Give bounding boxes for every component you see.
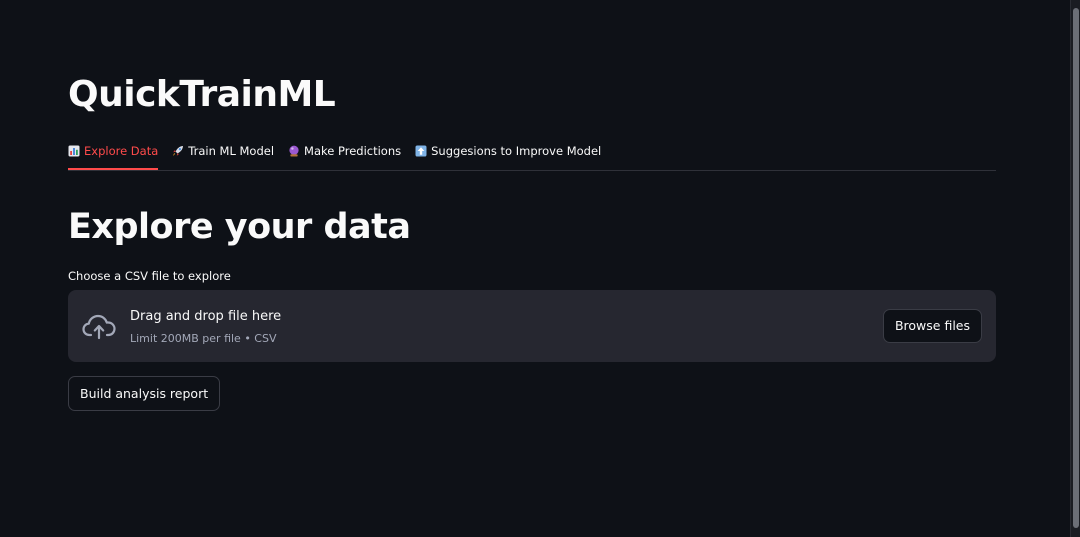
bar-chart-icon xyxy=(68,145,80,157)
vertical-scrollbar[interactable] xyxy=(1070,0,1080,537)
tab-suggestions[interactable]: Suggesions to Improve Model xyxy=(415,140,601,169)
crystal-ball-icon xyxy=(288,145,300,157)
file-dropzone[interactable]: Drag and drop file here Limit 200MB per … xyxy=(68,290,996,362)
cloud-upload-icon xyxy=(81,310,117,342)
browse-files-button[interactable]: Browse files xyxy=(882,309,982,343)
app-title: QuickTrainML xyxy=(68,74,336,115)
tab-bar: Explore Data Train ML Model Make Predict… xyxy=(68,140,996,171)
tab-label: Train ML Model xyxy=(188,144,275,158)
page-heading: Explore your data xyxy=(68,207,411,247)
dropzone-title: Drag and drop file here xyxy=(130,309,282,324)
tab-explore-data[interactable]: Explore Data xyxy=(68,140,159,170)
tab-label: Suggesions to Improve Model xyxy=(431,144,602,158)
tab-label: Make Predictions xyxy=(304,144,402,158)
up-arrow-icon xyxy=(415,145,427,157)
app-window: QuickTrainML Explore Data Train ML Model… xyxy=(0,0,1080,537)
file-uploader-label: Choose a CSV file to explore xyxy=(68,269,231,283)
tab-train-ml-model[interactable]: Train ML Model xyxy=(172,140,274,169)
dropzone-limit-text: Limit 200MB per file • CSV xyxy=(130,332,277,345)
tab-make-predictions[interactable]: Make Predictions xyxy=(288,140,401,169)
rocket-icon xyxy=(172,145,184,157)
tab-label: Explore Data xyxy=(84,144,159,158)
build-analysis-report-button[interactable]: Build analysis report xyxy=(68,376,221,411)
scrollbar-thumb[interactable] xyxy=(1073,8,1079,528)
